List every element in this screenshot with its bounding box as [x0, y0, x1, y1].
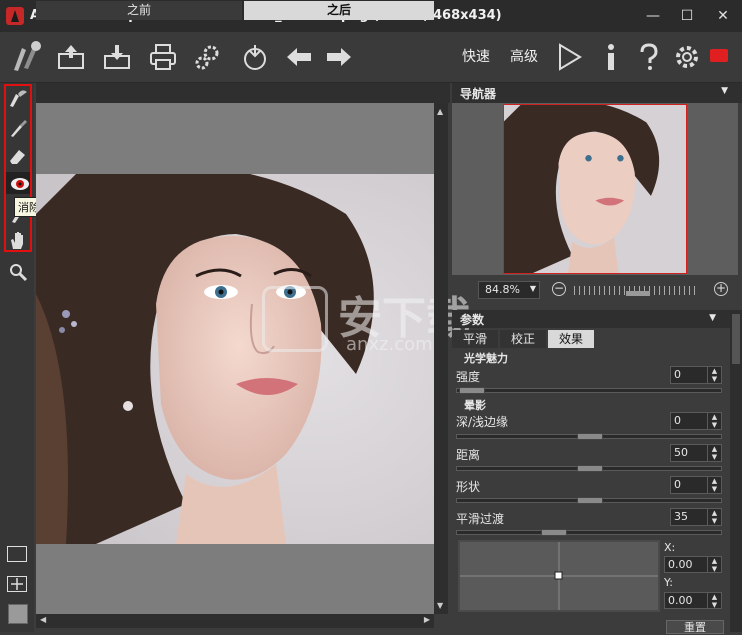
- share-icon[interactable]: [240, 42, 270, 72]
- zoom-select[interactable]: 84.8% ▼: [478, 281, 540, 299]
- spin-arrows-icon[interactable]: ▲ ▼: [707, 557, 721, 573]
- maximize-button[interactable]: ☐: [676, 6, 698, 26]
- navigator-title: 导航器: [460, 87, 497, 101]
- distance-label: 距离: [456, 448, 481, 462]
- zoom-dropdown-icon[interactable]: ▼: [530, 284, 536, 293]
- scroll-down-icon[interactable]: ▼: [437, 601, 443, 610]
- tools-highlight-frame: [4, 84, 32, 252]
- params-header[interactable]: 参数 ▼: [452, 310, 730, 328]
- params-scrollbar[interactable]: [730, 310, 742, 632]
- save-icon[interactable]: [102, 42, 132, 72]
- app-logo-icon: [6, 7, 24, 25]
- distance-field[interactable]: 50 ▲ ▼: [670, 444, 722, 462]
- spin-arrows-icon[interactable]: ▲ ▼: [707, 477, 721, 493]
- settings-icon[interactable]: [672, 42, 702, 72]
- shape-label: 形状: [456, 480, 481, 494]
- shape-slider-thumb[interactable]: [577, 497, 603, 504]
- strength-value: 0: [674, 368, 681, 381]
- advanced-mode-button[interactable]: 高级: [510, 46, 538, 66]
- tab-smoothing[interactable]: 平滑: [452, 330, 498, 348]
- group-vignette-title: 晕影: [464, 399, 486, 412]
- vertical-scrollbar[interactable]: ▲ ▼: [434, 103, 448, 614]
- strength-field[interactable]: 0 ▲ ▼: [670, 366, 722, 384]
- scroll-right-icon[interactable]: ▶: [424, 615, 430, 624]
- smooth-field[interactable]: 35 ▲ ▼: [670, 508, 722, 526]
- strength-slider[interactable]: [456, 387, 722, 394]
- run-icon[interactable]: [554, 42, 584, 72]
- spin-arrows-icon[interactable]: ▲ ▼: [707, 367, 721, 383]
- edge-slider-thumb[interactable]: [577, 433, 603, 440]
- strength-slider-thumb[interactable]: [459, 387, 485, 394]
- y-label: Y:: [664, 576, 673, 589]
- chevron-down-icon[interactable]: ▼: [721, 86, 728, 96]
- photo-image[interactable]: [36, 174, 434, 544]
- undo-icon[interactable]: [284, 42, 314, 72]
- zoom-value: 84.8%: [485, 283, 520, 296]
- single-view-icon[interactable]: [7, 546, 27, 562]
- y-field[interactable]: 0.00 ▲ ▼: [664, 592, 722, 609]
- scroll-up-icon[interactable]: ▲: [437, 107, 443, 116]
- split-view-icon[interactable]: [7, 576, 27, 592]
- params-title: 参数: [460, 313, 485, 327]
- zoom-out-icon[interactable]: −: [552, 282, 566, 296]
- watermark-shield-icon: [262, 286, 328, 352]
- group-glow-title: 光学魅力: [464, 352, 508, 365]
- distance-slider-thumb[interactable]: [577, 465, 603, 472]
- zoom-slider-thumb[interactable]: [626, 291, 650, 296]
- tab-correction[interactable]: 校正: [500, 330, 546, 348]
- zoom-in-icon[interactable]: +: [714, 282, 728, 296]
- redo-icon[interactable]: [324, 42, 354, 72]
- edge-value: 0: [674, 414, 681, 427]
- edge-field[interactable]: 0 ▲ ▼: [670, 412, 722, 430]
- shape-value: 0: [674, 478, 681, 491]
- zoom-slider[interactable]: [574, 286, 698, 296]
- x-field[interactable]: 0.00 ▲ ▼: [664, 556, 722, 573]
- params-scroll-thumb[interactable]: [732, 314, 740, 364]
- smooth-slider[interactable]: [456, 529, 722, 536]
- batch-settings-icon[interactable]: [193, 42, 223, 72]
- help-icon[interactable]: [634, 42, 664, 72]
- tab-after[interactable]: 之后: [244, 1, 434, 20]
- minimize-button[interactable]: —: [642, 6, 664, 26]
- watermark-subtext: anxz.com: [346, 334, 433, 355]
- print-icon[interactable]: [148, 42, 178, 72]
- distance-value: 50: [674, 446, 688, 459]
- vignette-center-pad[interactable]: [458, 540, 660, 612]
- view-tabs: [36, 83, 450, 103]
- y-value: 0.00: [668, 594, 693, 607]
- info-icon[interactable]: [596, 42, 626, 72]
- edge-slider[interactable]: [456, 433, 722, 440]
- smooth-value: 35: [674, 510, 688, 523]
- smooth-slider-thumb[interactable]: [541, 529, 567, 536]
- color-swatch-icon[interactable]: [8, 604, 28, 624]
- notification-icon[interactable]: [710, 49, 728, 62]
- x-label: X:: [664, 541, 676, 554]
- spin-arrows-icon[interactable]: ▲ ▼: [707, 413, 721, 429]
- edge-label: 深/浅边缘: [456, 415, 509, 429]
- close-button[interactable]: ✕: [712, 6, 734, 26]
- params-chevron-icon[interactable]: ▼: [709, 313, 716, 323]
- shape-field[interactable]: 0 ▲ ▼: [670, 476, 722, 494]
- tab-before[interactable]: 之前: [36, 1, 242, 20]
- horizontal-scrollbar[interactable]: ◀ ▶: [36, 614, 434, 628]
- tab-effects[interactable]: 效果: [548, 330, 594, 348]
- smooth-label: 平滑过渡: [456, 512, 505, 526]
- spin-arrows-icon[interactable]: ▲ ▼: [707, 593, 721, 609]
- open-icon[interactable]: [56, 42, 86, 72]
- shape-slider[interactable]: [456, 497, 722, 504]
- spin-arrows-icon[interactable]: ▲ ▼: [707, 445, 721, 461]
- navigator-viewport-frame[interactable]: [503, 104, 687, 274]
- x-value: 0.00: [668, 558, 693, 571]
- fast-mode-button[interactable]: 快速: [462, 46, 490, 66]
- distance-slider[interactable]: [456, 465, 722, 472]
- spin-arrows-icon[interactable]: ▲ ▼: [707, 509, 721, 525]
- strength-label: 强度: [456, 370, 481, 384]
- brush-logo-icon: [8, 38, 44, 74]
- navigator-header[interactable]: 导航器 ▼: [452, 83, 742, 103]
- zoom-icon[interactable]: [8, 262, 28, 282]
- scroll-left-icon[interactable]: ◀: [40, 615, 46, 624]
